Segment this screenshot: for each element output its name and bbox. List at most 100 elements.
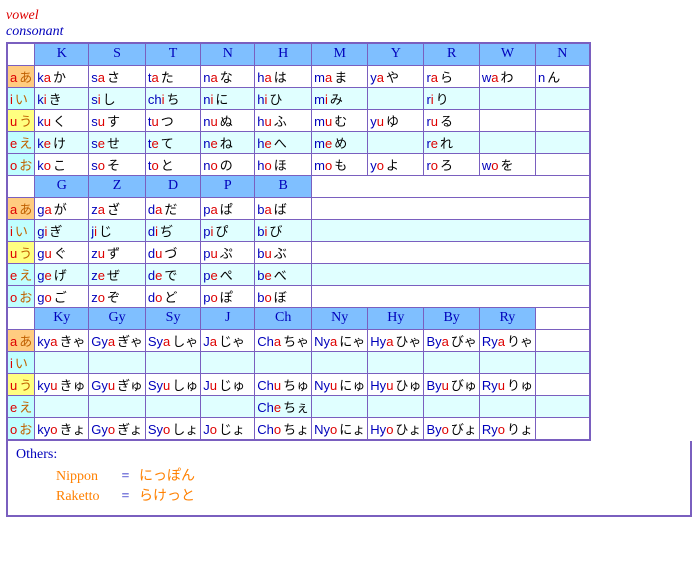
row-head-o: oお (7, 417, 35, 440)
syllable-cell: Chuちゅ (255, 373, 312, 395)
syllable-cell: taた (145, 65, 200, 87)
syllable-cell: chiち (145, 87, 200, 109)
syllable-cell: niに (201, 87, 255, 109)
syllable-cell: riり (424, 87, 479, 109)
syllable-cell: keけ (35, 131, 89, 153)
syllable-cell (536, 153, 590, 175)
syllable-cell: toと (145, 153, 200, 175)
row-head-o: oお (7, 285, 35, 307)
syllable-cell (479, 351, 535, 373)
col-header: P (201, 175, 255, 197)
vowel-label: vowel (6, 8, 692, 24)
syllable-cell (255, 351, 312, 373)
syllable-cell: woを (479, 153, 535, 175)
syllable-cell: miみ (312, 87, 368, 109)
col-header: Ny (312, 307, 368, 329)
syllable-cell (479, 87, 535, 109)
syllable-cell: koこ (35, 153, 89, 175)
syllable-cell: Gyoぎょ (89, 417, 146, 440)
syllable-cell: waわ (479, 65, 535, 87)
others-row-1-kana: らけっと (139, 487, 195, 503)
syllable-cell: Ryuりゅ (479, 373, 535, 395)
syllable-cell: roろ (424, 153, 479, 175)
syllable-cell (368, 131, 424, 153)
syllable-cell: neね (201, 131, 255, 153)
syllable-cell: zeぜ (89, 263, 146, 285)
col-header: S (89, 43, 146, 65)
syllable-cell: zuず (89, 241, 146, 263)
syllable-cell (35, 351, 89, 373)
syllable-cell: reれ (424, 131, 479, 153)
syllable-cell: maま (312, 65, 368, 87)
syllable-cell: Byaびゃ (424, 329, 479, 351)
col-header: R (424, 43, 479, 65)
syllable-cell: nuぬ (201, 109, 255, 131)
syllable-cell: yoよ (368, 153, 424, 175)
col-header: Hy (368, 307, 424, 329)
syllable-cell: kyaきゃ (35, 329, 89, 351)
syllable-cell: biび (255, 219, 312, 241)
row-head-i: iい (7, 87, 35, 109)
col-header: K (35, 43, 89, 65)
equals-0: = (116, 469, 136, 485)
col-header: Z (89, 175, 146, 197)
row-head-e: eえ (7, 131, 35, 153)
syllable-cell: Nyaにゃ (312, 329, 368, 351)
syllable-cell: paぱ (201, 197, 255, 219)
col-header: Gy (89, 307, 146, 329)
syllable-cell: poぽ (201, 285, 255, 307)
others-heading: Others: (16, 447, 682, 463)
syllable-cell: yuゆ (368, 109, 424, 131)
syllable-cell: suす (89, 109, 146, 131)
syllable-cell: noの (201, 153, 255, 175)
syllable-cell: kiき (35, 87, 89, 109)
syllable-cell: kyoきょ (35, 417, 89, 440)
col-header: Ky (35, 307, 89, 329)
syllable-cell: soそ (89, 153, 146, 175)
col-header: M (312, 43, 368, 65)
syllable-cell: huふ (255, 109, 312, 131)
syllable-cell: hiひ (255, 87, 312, 109)
col-header: Ry (479, 307, 535, 329)
syllable-cell: Gyaぎゃ (89, 329, 146, 351)
syllable-cell: Ryaりゃ (479, 329, 535, 351)
syllable-cell: Syuしゅ (145, 373, 200, 395)
syllable-cell: geげ (35, 263, 89, 285)
syllable-cell: goご (35, 285, 89, 307)
syllable-cell: ruる (424, 109, 479, 131)
syllable-cell (89, 351, 146, 373)
row-head-e: eえ (7, 263, 35, 285)
syllable-cell: guぐ (35, 241, 89, 263)
syllable-cell (536, 87, 590, 109)
syllable-cell: Hyaひゃ (368, 329, 424, 351)
syllable-cell: heへ (255, 131, 312, 153)
syllable-cell: kyuきゅ (35, 373, 89, 395)
syllable-cell: naな (201, 65, 255, 87)
row-head-u: uう (7, 109, 35, 131)
others-row-0-romaji: Nippon (56, 469, 112, 485)
syllable-cell (536, 131, 590, 153)
syllable-cell: Hyoひょ (368, 417, 424, 440)
others-row-0-kana: にっぽん (139, 467, 195, 483)
syllable-cell: diぢ (145, 219, 200, 241)
equals-1: = (116, 489, 136, 505)
syllable-cell: boぼ (255, 285, 312, 307)
syllable-cell (312, 395, 368, 417)
syllable-cell: Cheちぇ (255, 395, 312, 417)
syllable-cell: Byuびゅ (424, 373, 479, 395)
syllable-cell (35, 395, 89, 417)
syllable-cell (201, 351, 255, 373)
syllable-cell (536, 109, 590, 131)
syllable-cell: Joじょ (201, 417, 255, 440)
syllable-cell: zoぞ (89, 285, 146, 307)
col-header: J (201, 307, 255, 329)
syllable-cell: Byoびょ (424, 417, 479, 440)
syllable-cell: giぎ (35, 219, 89, 241)
syllable-cell (479, 395, 535, 417)
syllable-cell (201, 395, 255, 417)
row-head-u: uう (7, 241, 35, 263)
col-header: H (255, 43, 312, 65)
syllable-cell: hoほ (255, 153, 312, 175)
row-head-u: uう (7, 373, 35, 395)
syllable-cell: haは (255, 65, 312, 87)
